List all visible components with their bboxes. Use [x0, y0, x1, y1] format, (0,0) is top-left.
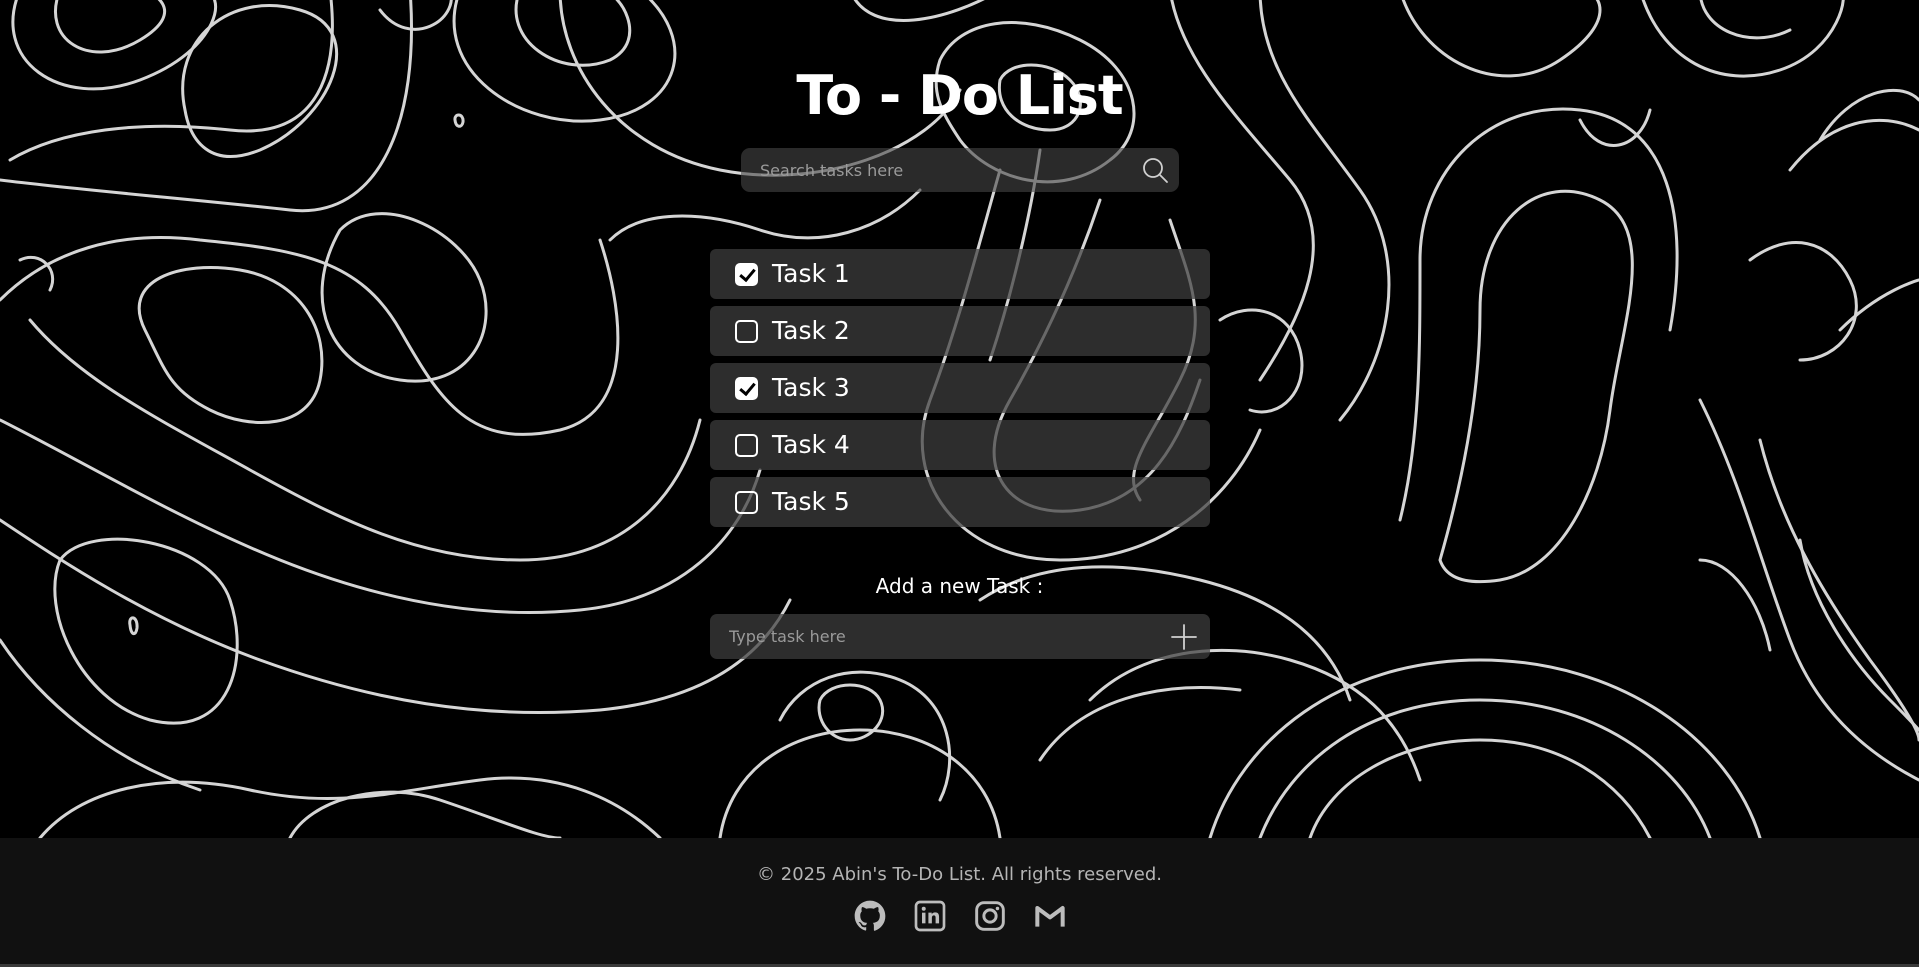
copyright-text: © 2025 Abin's To-Do List. All rights res… [757, 864, 1162, 885]
task-label: Task 2 [772, 316, 850, 345]
footer: © 2025 Abin's To-Do List. All rights res… [0, 838, 1919, 967]
add-task-label: Add a new Task : [875, 574, 1044, 598]
task-item[interactable]: Task 1 [710, 249, 1210, 299]
linkedin-icon[interactable] [914, 900, 946, 932]
task-label: Task 4 [772, 430, 850, 459]
task-checkbox[interactable] [735, 434, 758, 457]
gmail-icon[interactable] [1034, 900, 1066, 932]
task-item[interactable]: Task 5 [710, 477, 1210, 527]
task-label: Task 3 [772, 373, 850, 402]
page-title: To - Do List [796, 64, 1123, 127]
task-label: Task 1 [772, 259, 850, 288]
github-icon[interactable] [854, 900, 886, 932]
task-list: Task 1 Task 2 Task 3 Task 4 Task 5 [710, 249, 1210, 534]
app-root: To - Do List Task 1 Task 2 Task 3 [0, 0, 1919, 967]
task-item[interactable]: Task 2 [710, 306, 1210, 356]
task-checkbox[interactable] [735, 377, 758, 400]
search-input[interactable] [741, 148, 1121, 192]
task-checkbox[interactable] [735, 491, 758, 514]
search-bar [741, 148, 1179, 192]
social-links [0, 900, 1919, 932]
main-content: To - Do List Task 1 Task 2 Task 3 [0, 0, 1919, 838]
task-item[interactable]: Task 3 [710, 363, 1210, 413]
search-icon[interactable] [1141, 156, 1169, 184]
add-task-bar [710, 614, 1210, 659]
add-task-input[interactable] [710, 614, 1150, 659]
task-item[interactable]: Task 4 [710, 420, 1210, 470]
task-checkbox[interactable] [735, 263, 758, 286]
task-label: Task 5 [772, 487, 850, 516]
plus-icon[interactable] [1170, 623, 1198, 651]
instagram-icon[interactable] [974, 900, 1006, 932]
task-checkbox[interactable] [735, 320, 758, 343]
